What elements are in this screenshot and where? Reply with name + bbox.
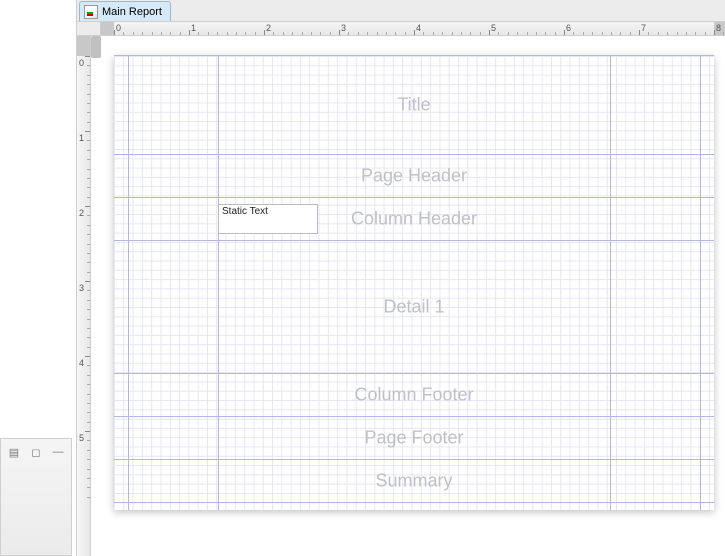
- outline-icon[interactable]: ▤: [7, 445, 21, 459]
- vertical-scrollbar-thumb[interactable]: [91, 36, 101, 58]
- ruler-h-number: 1: [191, 23, 196, 33]
- report-icon: [84, 5, 98, 19]
- band-label: Summary: [375, 471, 452, 492]
- ruler-v-number: 1: [79, 133, 84, 143]
- window-icon[interactable]: ◻: [29, 445, 43, 459]
- band-column_footer[interactable]: Column Footer: [114, 373, 714, 417]
- tab-main-report[interactable]: Main Report: [79, 1, 171, 21]
- ruler-v-number: 2: [79, 208, 84, 218]
- ruler-v-number: 4: [79, 358, 84, 368]
- band-detail[interactable]: Detail 1: [114, 240, 714, 374]
- ruler-v-number: 3: [79, 283, 84, 293]
- band-summary[interactable]: Summary: [114, 459, 714, 503]
- band-label: Title: [397, 95, 430, 116]
- band-column_header[interactable]: Column Header Static Text: [114, 197, 714, 241]
- ruler-h-number: 2: [266, 23, 271, 33]
- ruler-corner: [77, 22, 101, 36]
- side-panel: ▤ ◻ —: [0, 438, 72, 556]
- ruler-v-number: 5: [79, 433, 84, 443]
- ruler-h-number: 3: [341, 23, 346, 33]
- report-page: Title Page Header Column Header Static Text…: [114, 56, 714, 510]
- band-title[interactable]: Title: [114, 55, 714, 155]
- ruler-h-number: 8: [716, 23, 721, 33]
- horizontal-ruler[interactable]: 0 1 2 3 4 5 6 7 8: [101, 22, 725, 36]
- tab-bar: Main Report: [77, 0, 725, 22]
- band-label: Detail 1: [383, 297, 444, 318]
- band-label: Column Header: [351, 209, 477, 230]
- ruler-h-number: 6: [566, 23, 571, 33]
- ruler-h-number: 4: [416, 23, 421, 33]
- band-label: Column Footer: [354, 385, 473, 406]
- band-label: Page Footer: [364, 428, 463, 449]
- report-editor: Main Report 0 1 2 3 4 5 6 7 8 0 1 2 3 4 5 Title Page H…: [76, 0, 725, 556]
- band-page_footer[interactable]: Page Footer: [114, 416, 714, 460]
- band-label: Page Header: [361, 166, 467, 187]
- band-page_header[interactable]: Page Header: [114, 154, 714, 198]
- vertical-ruler[interactable]: 0 1 2 3 4 5: [77, 36, 91, 556]
- design-canvas[interactable]: Title Page Header Column Header Static Text…: [101, 36, 725, 556]
- tab-label: Main Report: [102, 6, 162, 18]
- ruler-h-number: 0: [116, 23, 121, 33]
- ruler-v-number: 0: [79, 58, 84, 68]
- ruler-h-number: 5: [491, 23, 496, 33]
- minimize-icon[interactable]: —: [51, 445, 65, 459]
- static-text-element[interactable]: Static Text: [218, 204, 318, 234]
- ruler-h-number: 7: [641, 23, 646, 33]
